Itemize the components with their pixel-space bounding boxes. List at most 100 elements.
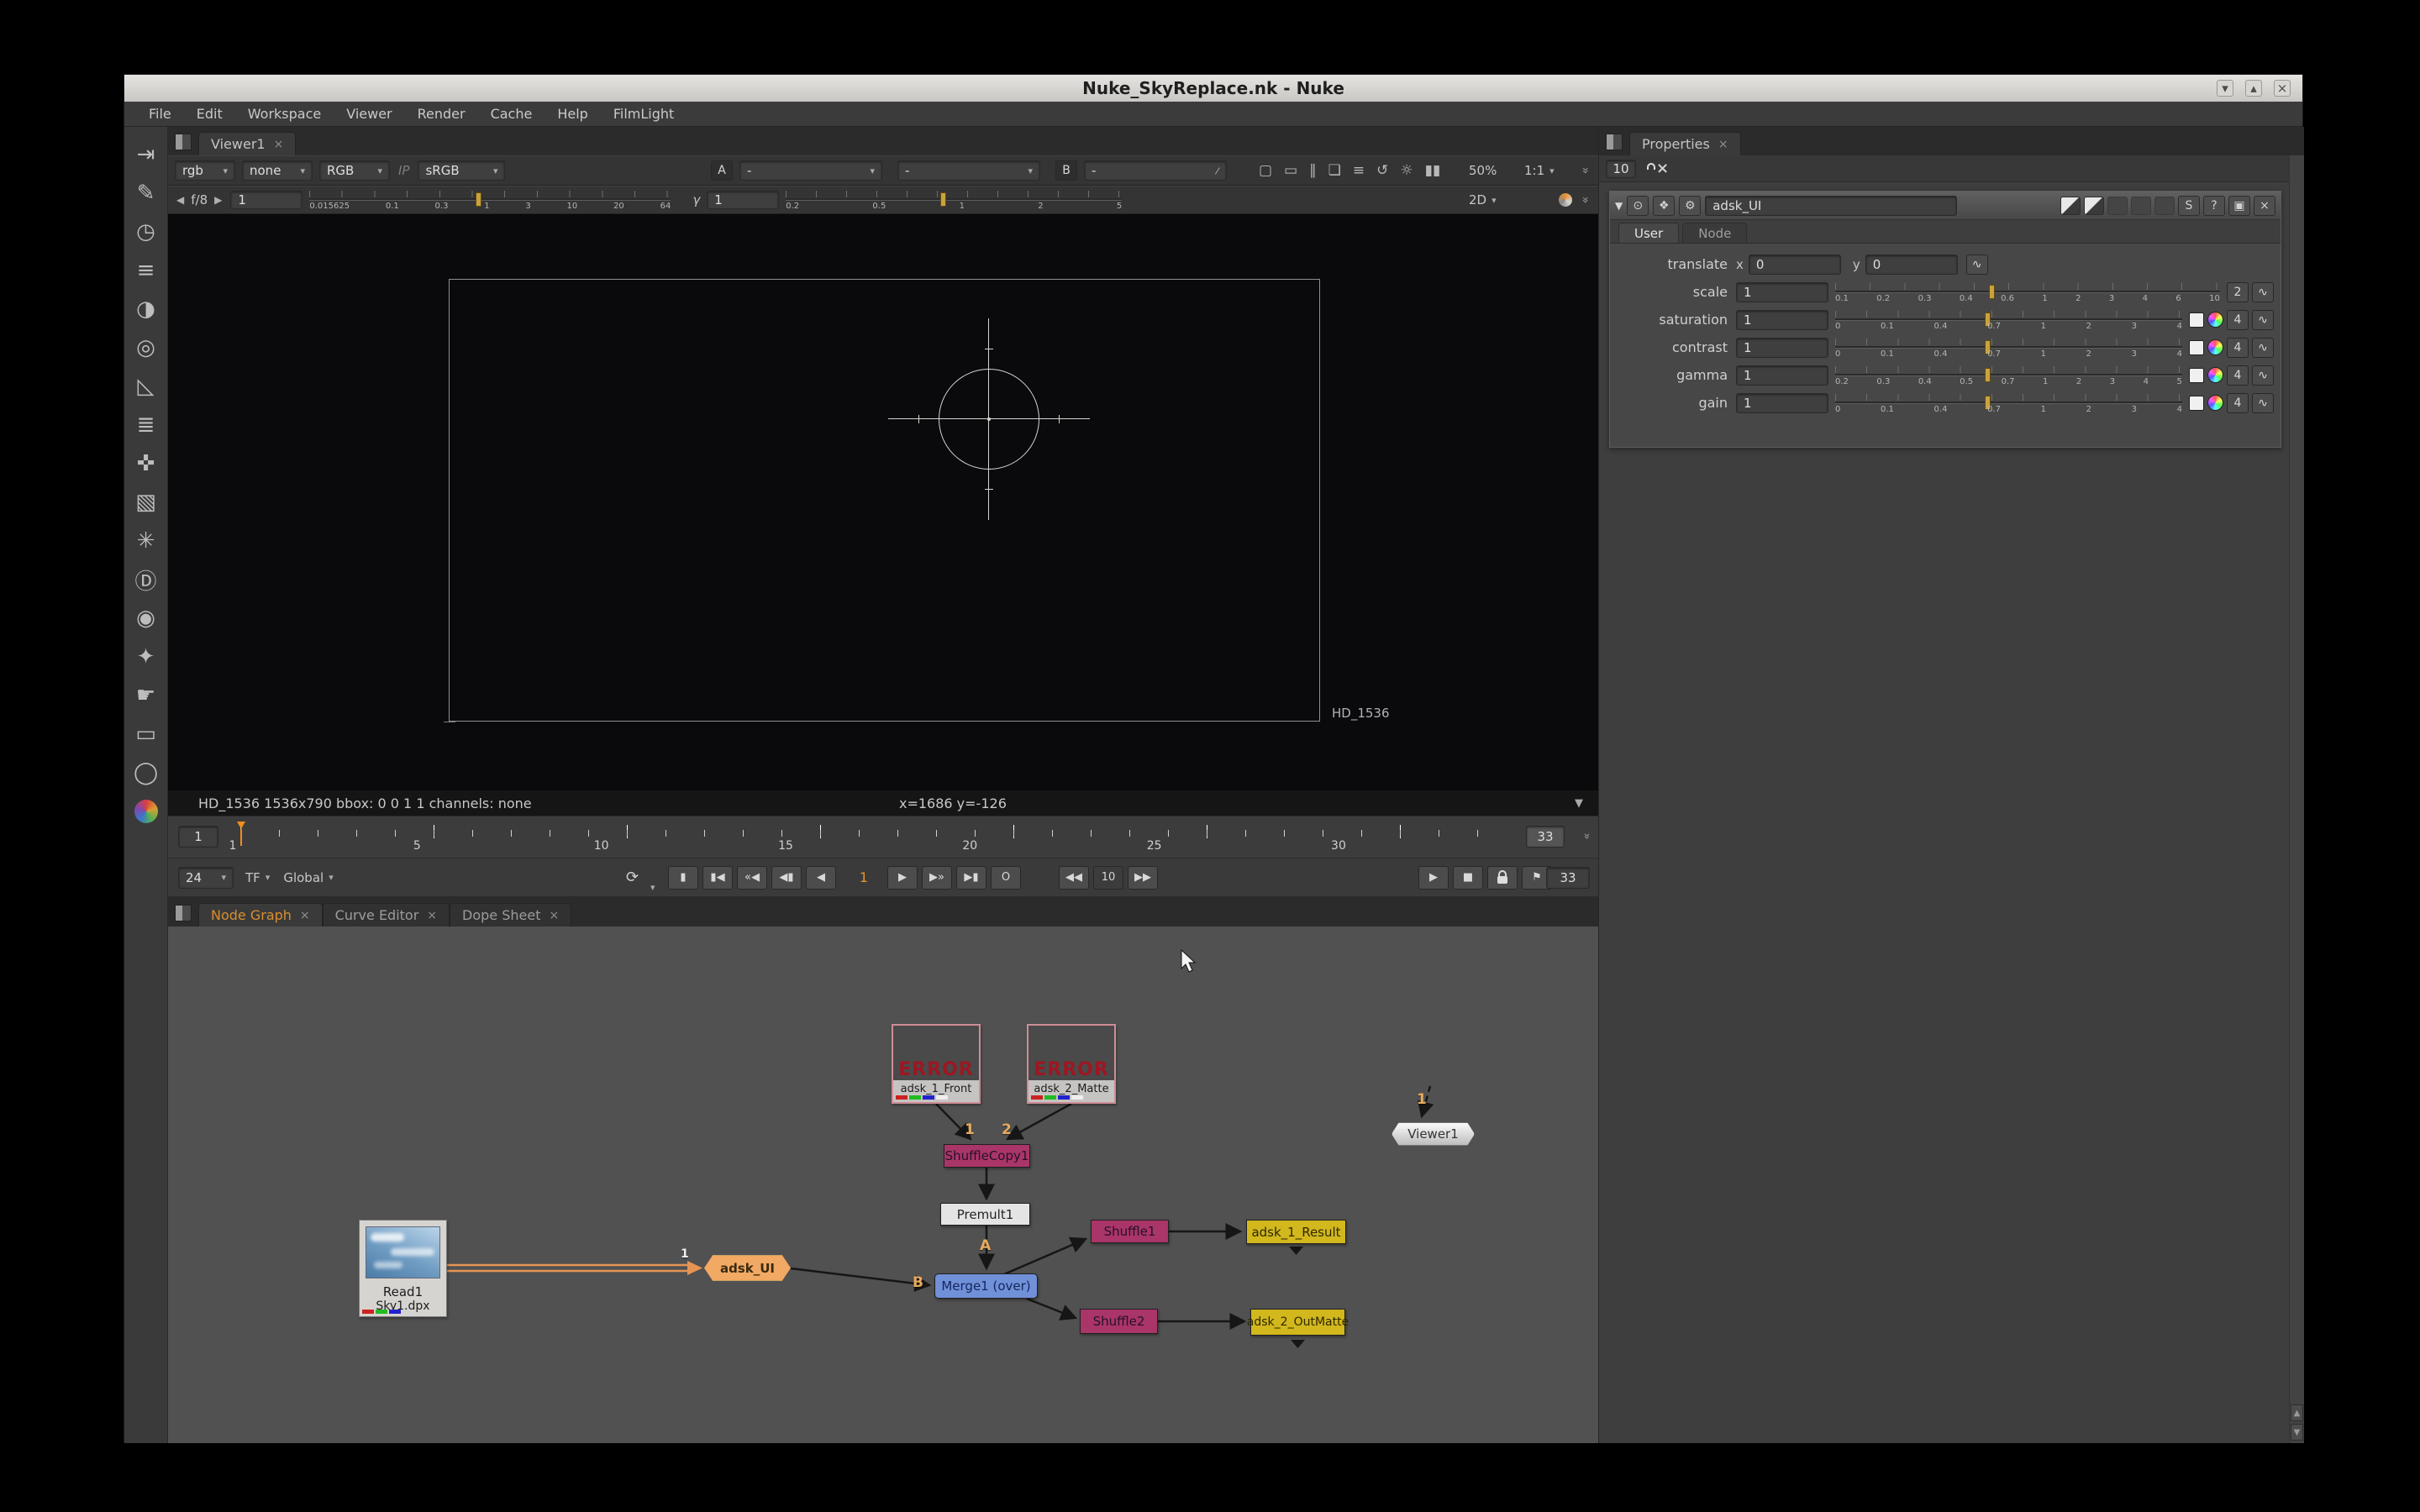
3d-node-icon[interactable]: ▧ (129, 483, 163, 522)
close-icon[interactable]: × (274, 138, 284, 151)
saturation-curve-button[interactable]: ∿ (2252, 310, 2274, 330)
gain-input[interactable]: 1 (230, 191, 302, 209)
maximize-button[interactable]: ▴ (2245, 80, 2262, 97)
node-adsk-2-matte[interactable]: ERROR adsk_2_Matte (1027, 1024, 1116, 1104)
image-node-icon[interactable]: ⇥ (129, 135, 163, 174)
loop-mode-icon[interactable]: ⟳ (626, 869, 639, 886)
views-node-icon[interactable]: ◉ (129, 599, 163, 638)
filmlight-node-icon[interactable] (134, 800, 158, 823)
contrast-colorwheel-icon[interactable] (2207, 339, 2223, 355)
contrast-channels-button[interactable]: 4 (2227, 338, 2249, 358)
translate-x-field[interactable]: 0 (1749, 255, 1841, 275)
aperture-up-icon[interactable]: ▶ (214, 194, 222, 206)
tab-viewer1[interactable]: Viewer1 × (198, 132, 296, 155)
menu-item[interactable]: Edit (184, 106, 235, 122)
collapse-panel-icon[interactable]: ▼ (1615, 200, 1623, 212)
scroll-up-icon[interactable]: ▲ (2291, 1404, 2303, 1421)
gamma-field[interactable]: 1 (1736, 365, 1828, 386)
keyer-node-icon[interactable]: ◺ (129, 367, 163, 406)
properties-scrollbar[interactable]: ▲ ▼ (2289, 155, 2304, 1443)
lock-range-icon[interactable] (1487, 866, 1518, 890)
gain-curve-button[interactable]: ∿ (2252, 393, 2274, 413)
input-a-button[interactable]: A (711, 160, 733, 181)
node-adsk-1-front[interactable]: ERROR adsk_1_Front (892, 1024, 981, 1104)
range-end-field[interactable]: 33 (1526, 826, 1565, 848)
gain-slider[interactable]: 00.10.40.71234 (1835, 391, 2182, 416)
input-a-select[interactable]: -▾ (739, 160, 882, 181)
frame-display-icon[interactable]: ▢ (1259, 162, 1272, 179)
gain-field[interactable]: 1 (1736, 393, 1828, 413)
timeline-ruler[interactable]: 1 151015202530 33 » (168, 816, 1598, 858)
pane-menu-icon[interactable] (1606, 134, 1623, 150)
node-read1[interactable]: Read1 Sky1.dpx (359, 1220, 447, 1317)
skip-amount-field[interactable]: 10 (1093, 866, 1123, 890)
node-adsk-1-result[interactable]: adsk_1_Result (1246, 1220, 1346, 1244)
contrast-curve-button[interactable]: ∿ (2252, 338, 2274, 358)
fps-field[interactable]: 24▾ (178, 867, 234, 889)
merge-node-icon[interactable]: ≣ (129, 406, 163, 444)
gamma-colorwheel-icon[interactable] (2207, 367, 2223, 383)
scale-field[interactable]: 1 (1736, 282, 1828, 302)
channels-select[interactable]: rgb▾ (175, 160, 235, 181)
play-forward-button[interactable]: ▶ (887, 866, 918, 890)
close-panel-icon[interactable]: × (2254, 196, 2275, 216)
prev-keyframe-button[interactable]: «◀ (737, 866, 767, 890)
gain-channels-button[interactable]: 4 (2227, 393, 2249, 413)
transform-widget[interactable] (888, 318, 1090, 520)
node-name-field[interactable]: adsk_UI (1705, 196, 1957, 216)
pause-icon[interactable]: ▮▮ (1425, 162, 1441, 179)
particles-node-icon[interactable]: ✳ (129, 522, 163, 560)
tab-properties[interactable]: Properties × (1629, 132, 1741, 155)
layer-select[interactable]: none▾ (242, 160, 313, 181)
node-shuffle2[interactable]: Shuffle2 (1080, 1309, 1158, 1334)
pane-menu-icon[interactable] (175, 905, 192, 921)
frame-small-icon[interactable]: ▭ (1284, 162, 1297, 179)
close-button[interactable]: × (2274, 80, 2291, 97)
deep-node-icon[interactable]: Ⓓ (129, 560, 163, 599)
node-merge1[interactable]: Merge1 (over) (934, 1273, 1038, 1299)
menu-item[interactable]: Render (405, 106, 478, 122)
last-frame-field[interactable]: 33 (1546, 867, 1590, 889)
contrast-checkbox[interactable] (2189, 340, 2204, 355)
collapse-exposure-icon[interactable]: » (1578, 197, 1591, 204)
gain-checkbox[interactable] (2189, 396, 2204, 411)
menu-item[interactable]: File (136, 106, 184, 122)
node-shufflecopy1[interactable]: ShuffleCopy1 (944, 1144, 1030, 1168)
gamma-slider[interactable]: 0.20.30.40.50.712345 (1835, 363, 2182, 388)
node-adsk-ui[interactable]: adsk_UI (704, 1255, 791, 1281)
tab-dope-sheet[interactable]: Dope Sheet × (450, 903, 571, 927)
tab-curve-editor[interactable]: Curve Editor × (323, 903, 450, 927)
goto-start-button[interactable]: ▮◀ (702, 866, 733, 890)
close-icon[interactable]: × (1718, 138, 1728, 151)
script-button[interactable]: S (2178, 196, 2200, 216)
menu-item[interactable]: Help (544, 106, 600, 122)
skip-fwd-button[interactable]: ▶▶ (1128, 866, 1158, 890)
play-backward-button[interactable]: ◀ (806, 866, 836, 890)
translate-y-field[interactable]: 0 (1865, 255, 1958, 275)
viewer-lut-select[interactable]: sRGB▾ (418, 160, 505, 181)
tab-user[interactable]: User (1618, 223, 1679, 243)
time-node-icon[interactable]: ◷ (129, 213, 163, 251)
saturation-slider[interactable]: 00.10.40.71234 (1835, 307, 2182, 333)
play-in-box-icon[interactable]: ▶ (1418, 866, 1449, 890)
scroll-down-icon[interactable]: ▼ (2291, 1424, 2303, 1441)
gain-colorwheel-icon[interactable] (2207, 395, 2223, 411)
proxy-toggle-icon[interactable]: ❏ (1328, 162, 1341, 179)
contrast-field[interactable]: 1 (1736, 338, 1828, 358)
info-dropdown-icon[interactable]: ▼ (1575, 797, 1583, 810)
wipe-handle-icon[interactable] (1559, 193, 1572, 207)
display-channels-select[interactable]: RGB▾ (319, 160, 390, 181)
close-icon[interactable]: × (427, 909, 437, 922)
close-icon[interactable]: × (300, 909, 310, 922)
other-node-icon[interactable]: ▭ (129, 715, 163, 753)
filter-node-icon[interactable]: ◎ (129, 328, 163, 367)
float-panel-icon[interactable]: ▣ (2228, 196, 2250, 216)
panel-stack-limit-field[interactable]: 10 (1606, 160, 1636, 178)
viewer-canvas[interactable]: HD_1536 (168, 214, 1598, 790)
metadata-node-icon[interactable]: ✦ (129, 638, 163, 676)
gamma-checkbox[interactable] (2189, 368, 2204, 383)
goto-end-button[interactable]: ▶▮ (956, 866, 986, 890)
color-node-icon[interactable]: ◑ (129, 290, 163, 328)
refresh-icon[interactable]: ↺ (1376, 162, 1388, 179)
node-adsk-2-outmatte[interactable]: adsk_2_OutMatte (1250, 1309, 1345, 1336)
